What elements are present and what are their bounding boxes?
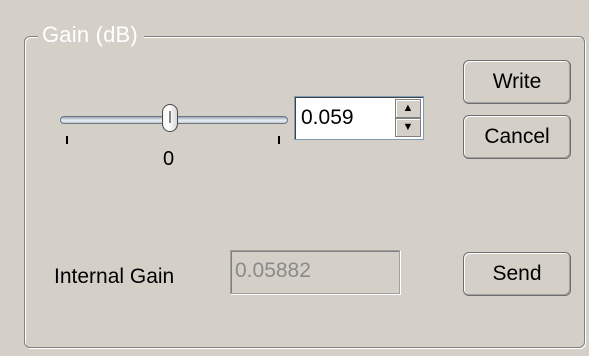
gain-value-input[interactable] (301, 105, 383, 131)
write-button[interactable]: Write (463, 60, 571, 104)
spin-up-button[interactable]: ▲ (395, 99, 421, 118)
gain-panel: Gain (dB) 0 ▲ ▼ Write Cancel Send Intern… (0, 0, 589, 356)
send-button[interactable]: Send (463, 252, 571, 296)
cancel-button[interactable]: Cancel (463, 115, 571, 159)
group-title: Gain (dB) (38, 22, 144, 48)
internal-gain-field: 0.05882 (230, 250, 400, 294)
spin-down-arrow-icon: ▼ (402, 121, 414, 133)
spin-buttons: ▲ ▼ (395, 99, 421, 137)
internal-gain-value: 0.05882 (235, 259, 311, 282)
slider-center-label: 0 (163, 148, 175, 170)
spin-up-arrow-icon: ▲ (402, 102, 414, 114)
slider-tick-min (66, 136, 68, 144)
slider-tick-max (278, 136, 280, 144)
gain-slider-thumb[interactable] (162, 104, 178, 132)
gain-spinbox[interactable]: ▲ ▼ (294, 96, 424, 140)
spin-down-button[interactable]: ▼ (395, 118, 421, 137)
internal-gain-label: Internal Gain (54, 265, 175, 288)
